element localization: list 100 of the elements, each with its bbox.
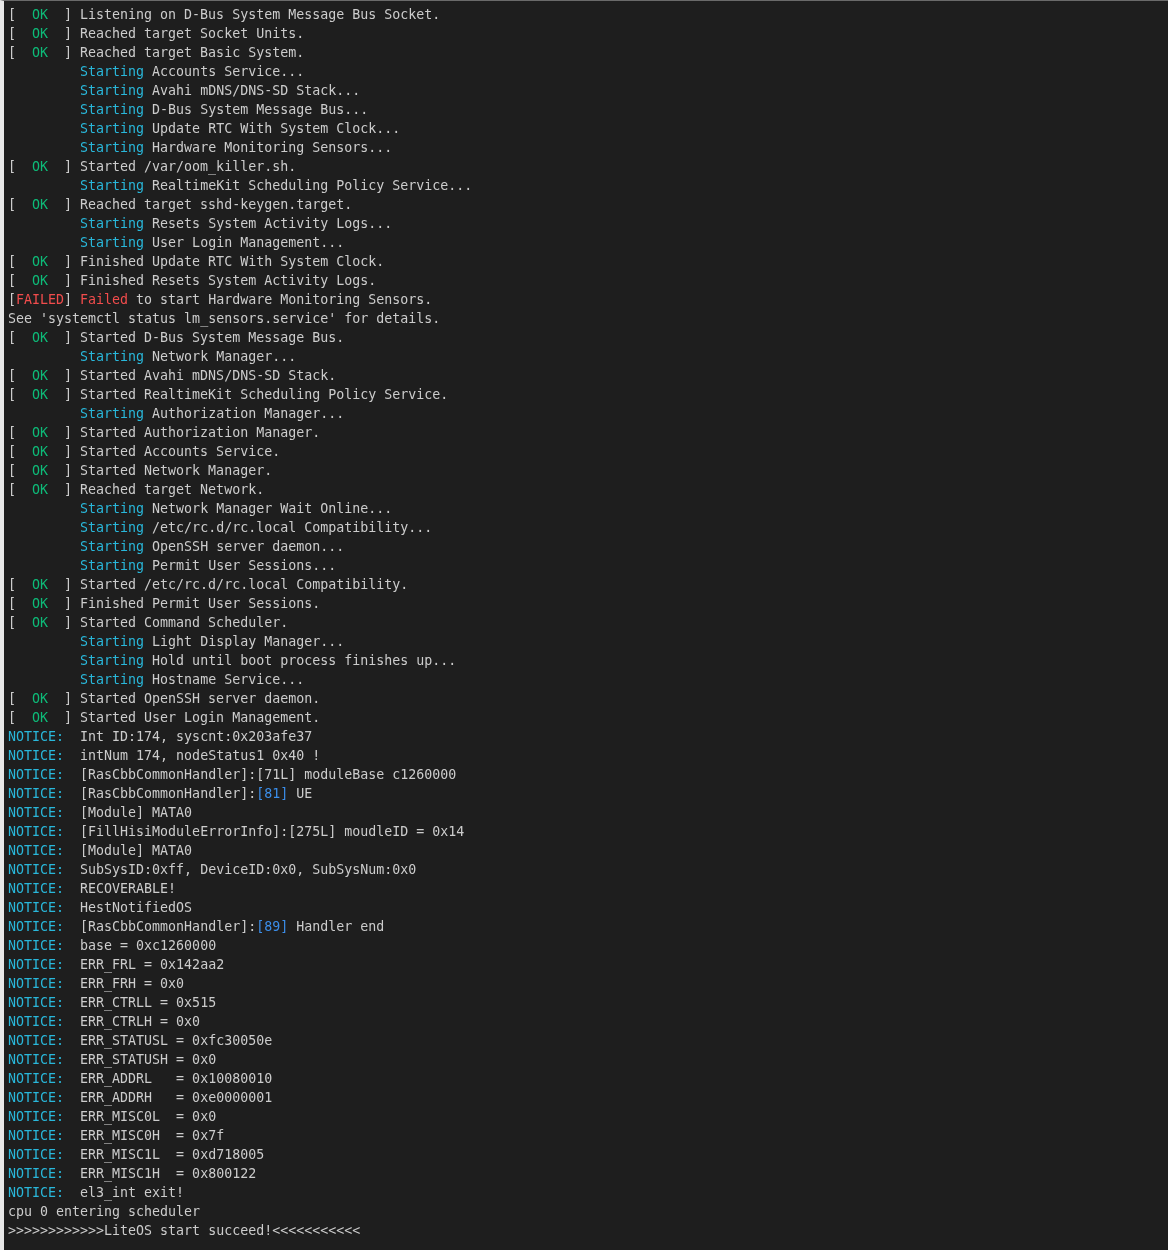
- bracket: [: [8, 386, 16, 404]
- bracket: ]: [64, 709, 73, 727]
- log-message: >>>>>>>>>>>>LiteOS start succeed!<<<<<<<<<<<: [8, 1222, 361, 1240]
- status-label: OK: [31, 576, 50, 594]
- status-label: OK: [31, 443, 50, 461]
- bracket: ]: [64, 272, 73, 290]
- bracket: ]: [64, 595, 73, 613]
- status-label: OK: [31, 367, 50, 385]
- notice-tag: NOTICE:: [8, 936, 65, 955]
- notice-tag: NOTICE:: [8, 879, 65, 898]
- job-verb: Starting: [80, 671, 145, 689]
- bracket: ]: [64, 690, 73, 708]
- log-message: Reached target sshd-keygen.target.: [80, 196, 353, 214]
- log-message: base = 0xc1260000: [80, 937, 217, 955]
- bracket: [: [8, 329, 16, 347]
- bracket: [: [8, 709, 16, 727]
- bracket: [: [8, 424, 16, 442]
- bracket: [: [8, 291, 16, 309]
- notice-tag: NOTICE:: [8, 1031, 65, 1050]
- log-message: Started Command Scheduler.: [80, 614, 289, 632]
- log-message: [RasCbbCommonHandler]:[81] UE: [80, 785, 313, 803]
- log-message: Hold until boot process finishes up...: [152, 652, 457, 670]
- notice-tag: NOTICE:: [8, 955, 65, 974]
- job-verb: Starting: [80, 177, 145, 195]
- notice-tag: NOTICE:: [8, 1126, 65, 1145]
- log-message: Started OpenSSH server daemon.: [80, 690, 321, 708]
- job-verb: Starting: [80, 348, 145, 366]
- log-message: Started /etc/rc.d/rc.local Compatibility.: [80, 576, 409, 594]
- bracket: [: [8, 44, 16, 62]
- log-message: RealtimeKit Scheduling Policy Service...: [152, 177, 473, 195]
- bracket: ]: [64, 367, 73, 385]
- bracket: [: [8, 576, 16, 594]
- notice-tag: NOTICE:: [8, 898, 65, 917]
- notice-tag: NOTICE:: [8, 1088, 65, 1107]
- log-message: OpenSSH server daemon...: [152, 538, 345, 556]
- status-label: OK: [31, 424, 50, 442]
- bracket: [: [8, 462, 16, 480]
- log-message: See 'systemctl status lm_sensors.service' for details.: [8, 310, 441, 328]
- log-message: Finished Update RTC With System Clock.: [80, 253, 385, 271]
- log-message: Update RTC With System Clock...: [152, 120, 401, 138]
- bracket: ]: [64, 6, 73, 24]
- log-message: ERR_MISC1L = 0xd718005: [80, 1146, 265, 1164]
- status-label: OK: [31, 44, 50, 62]
- notice-tag: NOTICE:: [8, 1012, 65, 1031]
- notice-tag: NOTICE:: [8, 727, 65, 746]
- status-label: OK: [31, 709, 50, 727]
- log-message: ERR_ADDRL = 0x10080010: [80, 1070, 273, 1088]
- bracket: ]: [64, 481, 73, 499]
- job-verb: Starting: [80, 633, 145, 651]
- log-message: Hostname Service...: [152, 671, 305, 689]
- bracket: [: [8, 443, 16, 461]
- job-verb: Starting: [80, 82, 145, 100]
- log-message: Finished Permit User Sessions.: [80, 595, 321, 613]
- notice-tag: NOTICE:: [8, 1164, 65, 1183]
- status-label: OK: [31, 481, 50, 499]
- log-message: Started Accounts Service.: [80, 443, 281, 461]
- notice-tag: NOTICE:: [8, 860, 65, 879]
- bracket: [: [8, 196, 16, 214]
- log-message: HestNotifiedOS: [80, 899, 193, 917]
- notice-tag: NOTICE:: [8, 746, 65, 765]
- bracket: [: [8, 158, 16, 176]
- job-verb: Starting: [80, 63, 145, 81]
- status-label: OK: [31, 386, 50, 404]
- log-message: ERR_CTRLH = 0x0: [80, 1013, 201, 1031]
- log-message: Reached target Socket Units.: [80, 25, 305, 43]
- status-label: OK: [31, 272, 50, 290]
- notice-tag: NOTICE:: [8, 765, 65, 784]
- log-message: ERR_ADDRH = 0xe0000001: [80, 1089, 273, 1107]
- log-message: Avahi mDNS/DNS-SD Stack...: [152, 82, 361, 100]
- job-verb: Starting: [80, 215, 145, 233]
- log-message: Started D-Bus System Message Bus.: [80, 329, 345, 347]
- bracket: ]: [64, 196, 73, 214]
- bracket: [: [8, 367, 16, 385]
- log-message: Reached target Basic System.: [80, 44, 305, 62]
- bracket: [: [8, 595, 16, 613]
- job-verb: Starting: [80, 557, 145, 575]
- notice-tag: NOTICE:: [8, 822, 65, 841]
- bracket: [: [8, 25, 16, 43]
- log-message: ERR_FRH = 0x0: [80, 975, 185, 993]
- notice-tag: NOTICE:: [8, 1050, 65, 1069]
- log-message: [Module] MATA0: [80, 842, 193, 860]
- log-message: Permit User Sessions...: [152, 557, 337, 575]
- bracket: [: [8, 6, 16, 24]
- log-message: D-Bus System Message Bus...: [152, 101, 369, 119]
- job-verb: Starting: [80, 500, 145, 518]
- log-message: Started User Login Management.: [80, 709, 321, 727]
- job-verb: Starting: [80, 652, 145, 670]
- job-verb: Starting: [80, 405, 145, 423]
- log-message: Resets System Activity Logs...: [152, 215, 393, 233]
- notice-tag: NOTICE:: [8, 1183, 65, 1202]
- bracket: ]: [64, 614, 73, 632]
- notice-tag: NOTICE:: [8, 784, 65, 803]
- log-message: ERR_CTRLL = 0x515: [80, 994, 217, 1012]
- log-message: ERR_FRL = 0x142aa2: [80, 956, 225, 974]
- log-message: Finished Resets System Activity Logs.: [80, 272, 377, 290]
- log-message: Failed to start Hardware Monitoring Sensors.: [80, 291, 433, 309]
- log-message: [FillHisiModuleErrorInfo]:[275L] moudleID = 0x14: [80, 823, 465, 841]
- notice-tag: NOTICE:: [8, 993, 65, 1012]
- log-message: Network Manager Wait Online...: [152, 500, 393, 518]
- log-message: User Login Management...: [152, 234, 345, 252]
